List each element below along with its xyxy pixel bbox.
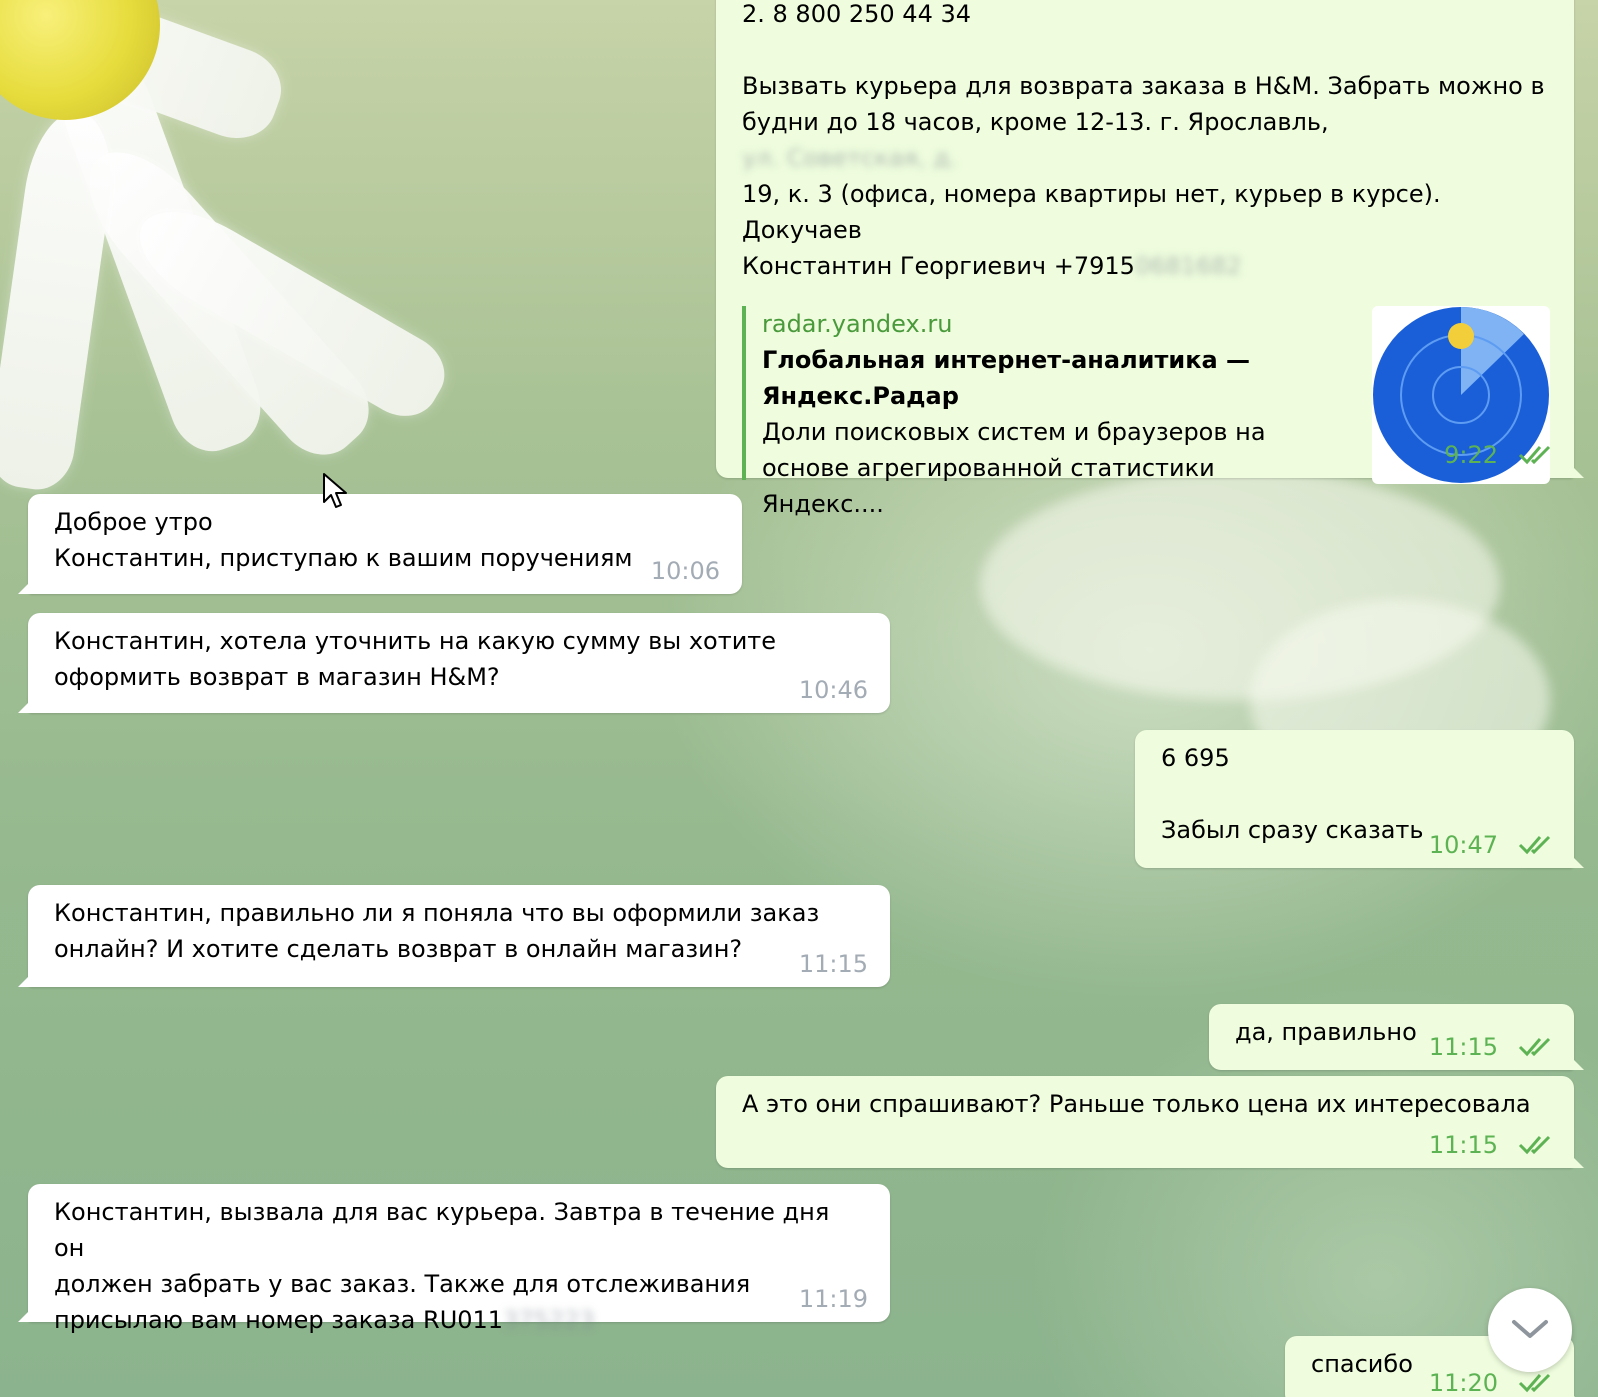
message-time: 10:06 bbox=[650, 557, 720, 585]
link-preview-title: Яндекс.Радар bbox=[762, 382, 959, 410]
double-check-icon bbox=[1518, 1135, 1551, 1155]
message-text: да, правильно bbox=[1235, 1018, 1417, 1046]
blurred-order-number: 375223 bbox=[503, 1306, 595, 1334]
link-preview-description: Доли поисковых систем и браузеров на bbox=[762, 418, 1266, 446]
chat-area: 2. 8 800 250 44 34 Вызвать курьера для в… bbox=[0, 0, 1598, 1397]
message-time: 10:46 bbox=[798, 676, 868, 704]
link-preview-site[interactable]: radar.yandex.ru bbox=[762, 306, 1322, 342]
outgoing-message[interactable]: 2. 8 800 250 44 34 Вызвать курьера для в… bbox=[716, 0, 1584, 518]
double-check-icon bbox=[1518, 1037, 1551, 1057]
daisy-petal bbox=[0, 105, 122, 495]
link-preview-title: Глобальная интернет-аналитика — bbox=[762, 346, 1251, 374]
incoming-message[interactable]: Константин, вызвала для вас курьера. Зав… bbox=[18, 1184, 890, 1334]
message-text: А это они спрашивают? Раньше только цена… bbox=[742, 1090, 1531, 1118]
link-preview-description: основе агрегированной статистики Яндекс.… bbox=[762, 454, 1215, 518]
outgoing-message[interactable]: да, правильно 11:15 bbox=[1209, 1004, 1584, 1070]
message-time: 9:22 bbox=[1444, 441, 1498, 469]
double-check-icon bbox=[1518, 835, 1551, 855]
message-text: Константин, правильно ли я поняла что вы… bbox=[54, 899, 820, 963]
blurred-address: ул. Советская, д. bbox=[742, 144, 958, 172]
message-line-text: Константин Георгиевич +7915 bbox=[742, 252, 1135, 280]
message-line: должен забрать у вас заказ. Также для от… bbox=[54, 1270, 751, 1298]
message-line: 19, к. 3 (офиса, номера квартиры нет, ку… bbox=[742, 180, 1441, 244]
incoming-message[interactable]: Константин, хотела уточнить на какую сум… bbox=[18, 613, 890, 713]
outgoing-message[interactable]: А это они спрашивают? Раньше только цена… bbox=[716, 1076, 1584, 1168]
chevron-down-icon bbox=[1512, 1320, 1548, 1338]
double-check-icon bbox=[1518, 445, 1551, 465]
message-time: 11:19 bbox=[798, 1285, 868, 1313]
message-line-text: присылаю вам номер заказа RU011 bbox=[54, 1306, 504, 1334]
scroll-to-bottom-button[interactable] bbox=[1488, 1288, 1572, 1372]
link-preview[interactable]: radar.yandex.ru Глобальная интернет-анал… bbox=[742, 306, 1550, 518]
message-line: 2. 8 800 250 44 34 bbox=[742, 0, 972, 28]
incoming-message[interactable]: Константин, правильно ли я поняла что вы… bbox=[18, 885, 890, 987]
mouse-pointer-icon bbox=[323, 473, 347, 508]
message-time: 11:20 bbox=[1428, 1369, 1498, 1397]
message-line-text: будни до 18 часов, кроме 12-13. г. Яросл… bbox=[742, 108, 1329, 136]
link-preview-text: radar.yandex.ru Глобальная интернет-анал… bbox=[762, 306, 1322, 522]
message-line: присылаю вам номер заказа RU011375223 bbox=[54, 1302, 866, 1338]
message-text: Константин, вызвала для вас курьера. Зав… bbox=[54, 1194, 866, 1338]
double-check-icon bbox=[1518, 1373, 1551, 1393]
message-time: 11:15 bbox=[798, 950, 868, 978]
message-line: Вызвать курьера для возврата заказа в H&… bbox=[742, 72, 1545, 100]
message-line: будни до 18 часов, кроме 12-13. г. Яросл… bbox=[742, 104, 1550, 176]
outgoing-message[interactable]: 6 695 Забыл сразу сказать 10:47 bbox=[1135, 730, 1584, 868]
message-text: Константин, хотела уточнить на какую сум… bbox=[54, 627, 777, 691]
message-time: 10:47 bbox=[1428, 831, 1498, 859]
message-line: Константин Георгиевич +79150681682 bbox=[742, 248, 1550, 284]
incoming-message[interactable]: Доброе утро Константин, приступаю к ваши… bbox=[18, 494, 742, 594]
blurred-phone: 0681682 bbox=[1134, 252, 1242, 280]
message-text: Доброе утро Константин, приступаю к ваши… bbox=[54, 508, 633, 572]
message-time: 11:15 bbox=[1428, 1033, 1498, 1061]
message-time: 11:15 bbox=[1428, 1131, 1498, 1159]
message-line: Константин, вызвала для вас курьера. Зав… bbox=[54, 1198, 830, 1262]
message-line bbox=[742, 32, 1550, 68]
message-text: 2. 8 800 250 44 34 Вызвать курьера для в… bbox=[742, 0, 1550, 284]
